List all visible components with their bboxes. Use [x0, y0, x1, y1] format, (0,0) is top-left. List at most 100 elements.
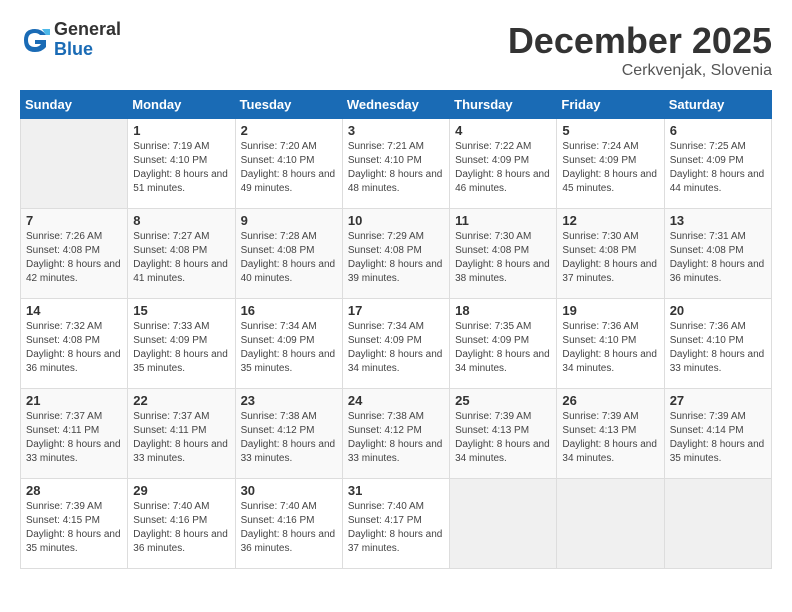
day-info: Sunrise: 7:22 AMSunset: 4:09 PMDaylight:… — [455, 140, 551, 196]
day-info: Sunrise: 7:31 AMSunset: 4:08 PMDaylight:… — [670, 230, 766, 286]
week-row-1: 1Sunrise: 7:19 AMSunset: 4:10 PMDaylight… — [21, 119, 772, 209]
day-cell: 20 Sunrise: 7:36 AMSunset: 4:10 PMDayligh… — [664, 299, 771, 389]
day-cell: 11 Sunrise: 7:30 AMSunset: 4:08 PMDayligh… — [450, 209, 557, 299]
day-info: Sunrise: 7:28 AMSunset: 4:08 PMDaylight:… — [241, 230, 337, 286]
day-info: Sunrise: 7:37 AMSunset: 4:11 PMDaylight:… — [26, 410, 122, 466]
day-info: Sunrise: 7:36 AMSunset: 4:10 PMDaylight:… — [670, 320, 766, 376]
day-cell: 17 Sunrise: 7:34 AMSunset: 4:09 PMDayligh… — [342, 299, 449, 389]
day-info: Sunrise: 7:37 AMSunset: 4:11 PMDaylight:… — [133, 410, 229, 466]
day-cell: 2 Sunrise: 7:20 AMSunset: 4:10 PMDaylight… — [235, 119, 342, 209]
week-row-2: 7Sunrise: 7:26 AMSunset: 4:08 PMDaylight… — [21, 209, 772, 299]
col-header-saturday: Saturday — [664, 91, 771, 119]
day-cell: 26 Sunrise: 7:39 AMSunset: 4:13 PMDayligh… — [557, 389, 664, 479]
day-info: Sunrise: 7:39 AMSunset: 4:13 PMDaylight:… — [562, 410, 658, 466]
day-info: Sunrise: 7:20 AMSunset: 4:10 PMDaylight:… — [241, 140, 337, 196]
day-number: 4 — [455, 123, 551, 138]
day-cell — [557, 479, 664, 569]
day-info: Sunrise: 7:35 AMSunset: 4:09 PMDaylight:… — [455, 320, 551, 376]
day-info: Sunrise: 7:30 AMSunset: 4:08 PMDaylight:… — [455, 230, 551, 286]
week-row-5: 28 Sunrise: 7:39 AMSunset: 4:15 PMDayligh… — [21, 479, 772, 569]
week-row-3: 14Sunrise: 7:32 AMSunset: 4:08 PMDayligh… — [21, 299, 772, 389]
day-cell: 6 Sunrise: 7:25 AMSunset: 4:09 PMDaylight… — [664, 119, 771, 209]
col-header-sunday: Sunday — [21, 91, 128, 119]
day-cell: 30Sunrise: 7:40 AMSunset: 4:16 PMDayligh… — [235, 479, 342, 569]
week-row-4: 21 Sunrise: 7:37 AMSunset: 4:11 PMDayligh… — [21, 389, 772, 479]
day-number: 11 — [455, 213, 551, 228]
day-number: 15 — [133, 303, 229, 318]
day-cell: 28 Sunrise: 7:39 AMSunset: 4:15 PMDayligh… — [21, 479, 128, 569]
day-number: 16 — [241, 303, 337, 318]
col-header-thursday: Thursday — [450, 91, 557, 119]
day-number: 3 — [348, 123, 444, 138]
day-cell: 15 Sunrise: 7:33 AMSunset: 4:09 PMDayligh… — [128, 299, 235, 389]
day-cell: 4 Sunrise: 7:22 AMSunset: 4:09 PMDaylight… — [450, 119, 557, 209]
calendar-table: SundayMondayTuesdayWednesdayThursdayFrid… — [20, 90, 772, 569]
day-cell: 12Sunrise: 7:30 AMSunset: 4:08 PMDayligh… — [557, 209, 664, 299]
day-number: 10 — [348, 213, 444, 228]
col-header-tuesday: Tuesday — [235, 91, 342, 119]
day-info: Sunrise: 7:40 AMSunset: 4:16 PMDaylight:… — [133, 500, 229, 556]
day-info: Sunrise: 7:29 AMSunset: 4:08 PMDaylight:… — [348, 230, 444, 286]
day-cell: 19Sunrise: 7:36 AMSunset: 4:10 PMDayligh… — [557, 299, 664, 389]
day-cell: 10 Sunrise: 7:29 AMSunset: 4:08 PMDayligh… — [342, 209, 449, 299]
day-info: Sunrise: 7:26 AMSunset: 4:08 PMDaylight:… — [26, 230, 122, 286]
day-cell: 14Sunrise: 7:32 AMSunset: 4:08 PMDayligh… — [21, 299, 128, 389]
day-info: Sunrise: 7:39 AMSunset: 4:15 PMDaylight:… — [26, 500, 122, 556]
day-info: Sunrise: 7:40 AMSunset: 4:17 PMDaylight:… — [348, 500, 444, 556]
location: Cerkvenjak, Slovenia — [508, 62, 772, 80]
col-header-monday: Monday — [128, 91, 235, 119]
day-number: 18 — [455, 303, 551, 318]
day-number: 27 — [670, 393, 766, 408]
day-cell: 1Sunrise: 7:19 AMSunset: 4:10 PMDaylight… — [128, 119, 235, 209]
day-number: 13 — [670, 213, 766, 228]
day-cell: 16 Sunrise: 7:34 AMSunset: 4:09 PMDayligh… — [235, 299, 342, 389]
day-number: 9 — [241, 213, 337, 228]
day-cell: 7Sunrise: 7:26 AMSunset: 4:08 PMDaylight… — [21, 209, 128, 299]
day-number: 6 — [670, 123, 766, 138]
day-info: Sunrise: 7:32 AMSunset: 4:08 PMDaylight:… — [26, 320, 122, 376]
day-info: Sunrise: 7:39 AMSunset: 4:14 PMDaylight:… — [670, 410, 766, 466]
day-number: 25 — [455, 393, 551, 408]
day-info: Sunrise: 7:34 AMSunset: 4:09 PMDaylight:… — [348, 320, 444, 376]
day-info: Sunrise: 7:30 AMSunset: 4:08 PMDaylight:… — [562, 230, 658, 286]
day-info: Sunrise: 7:38 AMSunset: 4:12 PMDaylight:… — [348, 410, 444, 466]
day-number: 29 — [133, 483, 229, 498]
day-cell: 18 Sunrise: 7:35 AMSunset: 4:09 PMDayligh… — [450, 299, 557, 389]
day-cell: 24 Sunrise: 7:38 AMSunset: 4:12 PMDayligh… — [342, 389, 449, 479]
day-number: 2 — [241, 123, 337, 138]
page-header: General Blue December 2025 Cerkvenjak, S… — [20, 20, 772, 80]
day-number: 30 — [241, 483, 337, 498]
day-info: Sunrise: 7:27 AMSunset: 4:08 PMDaylight:… — [133, 230, 229, 286]
title-block: December 2025 Cerkvenjak, Slovenia — [508, 20, 772, 80]
day-info: Sunrise: 7:21 AMSunset: 4:10 PMDaylight:… — [348, 140, 444, 196]
day-number: 26 — [562, 393, 658, 408]
day-cell: 8Sunrise: 7:27 AMSunset: 4:08 PMDaylight… — [128, 209, 235, 299]
day-number: 20 — [670, 303, 766, 318]
day-cell: 27 Sunrise: 7:39 AMSunset: 4:14 PMDayligh… — [664, 389, 771, 479]
day-number: 22 — [133, 393, 229, 408]
day-cell — [21, 119, 128, 209]
day-number: 24 — [348, 393, 444, 408]
month-title: December 2025 — [508, 20, 772, 62]
day-cell: 13 Sunrise: 7:31 AMSunset: 4:08 PMDayligh… — [664, 209, 771, 299]
day-info: Sunrise: 7:25 AMSunset: 4:09 PMDaylight:… — [670, 140, 766, 196]
day-cell — [450, 479, 557, 569]
logo-general-text: General — [54, 20, 121, 40]
day-number: 28 — [26, 483, 122, 498]
day-number: 21 — [26, 393, 122, 408]
day-number: 23 — [241, 393, 337, 408]
day-number: 17 — [348, 303, 444, 318]
day-cell: 21 Sunrise: 7:37 AMSunset: 4:11 PMDayligh… — [21, 389, 128, 479]
logo-icon — [20, 25, 50, 55]
col-header-friday: Friday — [557, 91, 664, 119]
day-number: 31 — [348, 483, 444, 498]
day-info: Sunrise: 7:34 AMSunset: 4:09 PMDaylight:… — [241, 320, 337, 376]
day-cell: 25Sunrise: 7:39 AMSunset: 4:13 PMDayligh… — [450, 389, 557, 479]
day-cell — [664, 479, 771, 569]
day-cell: 5 Sunrise: 7:24 AMSunset: 4:09 PMDaylight… — [557, 119, 664, 209]
day-info: Sunrise: 7:33 AMSunset: 4:09 PMDaylight:… — [133, 320, 229, 376]
logo: General Blue — [20, 20, 121, 60]
day-info: Sunrise: 7:24 AMSunset: 4:09 PMDaylight:… — [562, 140, 658, 196]
day-number: 5 — [562, 123, 658, 138]
day-number: 19 — [562, 303, 658, 318]
